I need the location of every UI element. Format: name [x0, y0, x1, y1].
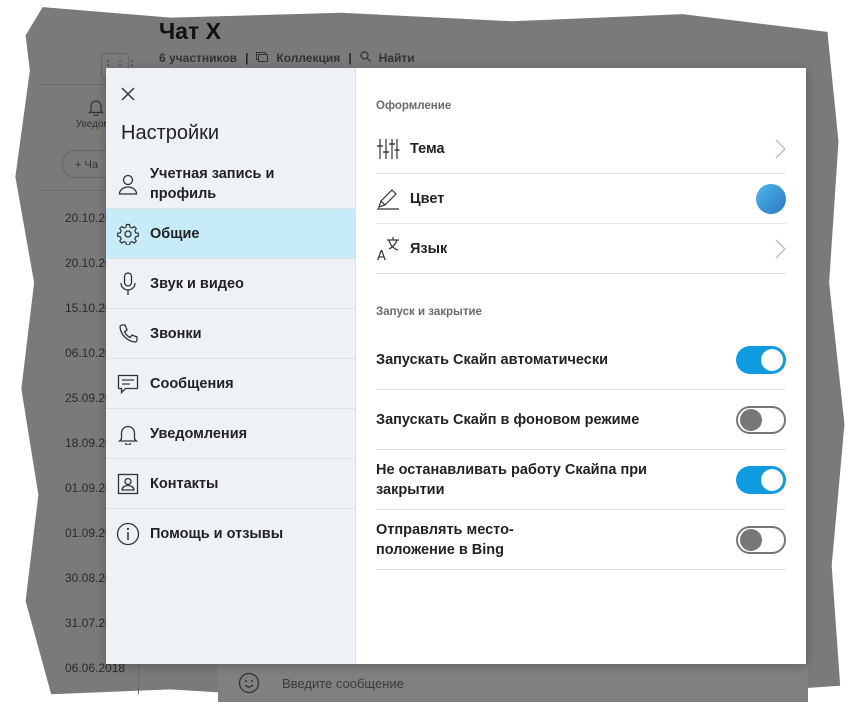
option-label: Отправлять место-положение в Bing [376, 521, 514, 558]
chat-date: 06.10.20 [65, 346, 112, 360]
nav-item-account[interactable]: Учетная запись и профиль [106, 159, 355, 209]
startup-auto-row: Запускать Скайп автоматически [376, 330, 786, 390]
toggle-knob [761, 468, 783, 491]
find-link[interactable]: Найти [379, 51, 415, 65]
message-icon [106, 373, 150, 395]
participants-link[interactable]: 6 участников [159, 51, 237, 65]
chat-date: 18.09.20 [65, 436, 112, 450]
settings-title: Настройки [121, 122, 220, 144]
color-label: Цвет [410, 190, 445, 207]
microphone-icon [106, 271, 150, 296]
section-header-startup: Запуск и закрытие [376, 306, 482, 318]
settings-dialog: Настройки Учетная запись и профиль Общие… [106, 68, 806, 664]
nav-item-label: Звук и видео [150, 275, 244, 292]
gallery-icon [256, 51, 269, 65]
language-row[interactable]: A Язык [376, 224, 786, 274]
chat-date: 01.09.20 [65, 526, 112, 540]
chat-date: 20.10.20 [65, 256, 112, 270]
chat-title: Чат X [159, 18, 221, 44]
info-icon [106, 522, 150, 546]
nav-item-label: Помощь и отзывы [150, 526, 284, 542]
chat-date: 30.08.20 [65, 571, 112, 585]
keep-running-toggle[interactable] [736, 465, 786, 494]
nav-item-general[interactable]: Общие [106, 209, 355, 259]
language-label: Язык [410, 240, 448, 257]
nav-item-calls[interactable]: Звонки [106, 309, 355, 359]
chat-date: 01.09.20 [65, 481, 112, 495]
pen-icon [376, 188, 410, 210]
chevron-right-icon [775, 239, 786, 258]
language-icon: A [376, 236, 410, 262]
chat-date: 25.09.20 [65, 391, 112, 405]
emoji-icon[interactable] [238, 672, 260, 700]
chat-subtitle: 6 участников | Коллекция | Найти [159, 51, 415, 65]
nav-item-label: Звонки [150, 325, 202, 342]
svg-text:A: A [377, 249, 386, 262]
toggle-knob [740, 528, 762, 551]
bell-icon [106, 423, 150, 445]
close-icon [121, 87, 135, 101]
phone-icon [106, 323, 150, 345]
settings-nav: Учетная запись и профиль Общие Звук и ви… [106, 159, 355, 559]
separator: | [348, 51, 352, 65]
startup-auto-toggle[interactable] [736, 345, 786, 374]
gear-icon [106, 223, 150, 245]
contacts-icon [106, 473, 150, 495]
sliders-icon [376, 138, 410, 160]
collection-link[interactable]: Коллекция [276, 51, 340, 65]
theme-label: Тема [410, 140, 445, 157]
nav-item-label: Учетная запись и профиль [150, 165, 275, 202]
option-label: Не останавливать работу Скайпа при закры… [376, 461, 647, 498]
message-input-placeholder: Введите сообщение [282, 676, 404, 691]
nav-item-messages[interactable]: Сообщения [106, 359, 355, 409]
startup-background-row: Запускать Скайп в фоновом режиме [376, 390, 786, 450]
nav-item-help[interactable]: Помощь и отзывы [106, 509, 355, 559]
color-swatch[interactable] [756, 183, 786, 214]
search-icon [360, 51, 371, 65]
nav-item-label: Уведомления [150, 425, 248, 442]
nav-item-label: Контакты [150, 475, 219, 492]
settings-content: Оформление Тема Цвет A Язык Запуск и зак… [356, 68, 806, 664]
nav-item-audio-video[interactable]: Звук и видео [106, 259, 355, 309]
person-icon [106, 173, 150, 195]
toggle-knob [761, 348, 783, 371]
message-composer[interactable]: Введите сообщение [218, 664, 808, 702]
option-label: Запускать Скайп автоматически [376, 351, 609, 368]
color-row[interactable]: Цвет [376, 174, 786, 224]
separator: | [245, 51, 249, 65]
new-chat-label: Ча [84, 159, 98, 171]
nav-item-label: Общие [150, 225, 200, 242]
startup-background-toggle[interactable] [736, 405, 786, 434]
nav-item-notifications[interactable]: Уведомления [106, 409, 355, 459]
chat-date: 20.10.20 [65, 211, 112, 225]
toggle-knob [740, 408, 762, 431]
theme-row[interactable]: Тема [376, 124, 786, 174]
nav-item-contacts[interactable]: Контакты [106, 459, 355, 509]
chevron-right-icon [775, 139, 786, 158]
settings-sidebar: Настройки Учетная запись и профиль Общие… [106, 68, 356, 664]
send-location-row: Отправлять место-положение в Bing [376, 510, 786, 570]
option-label: Запускать Скайп в фоновом режиме [376, 411, 640, 428]
keep-running-row: Не останавливать работу Скайпа при закры… [376, 450, 786, 510]
chat-date: 15.10.20 [65, 301, 112, 315]
close-button[interactable] [118, 84, 138, 104]
section-header-appearance: Оформление [376, 100, 452, 112]
nav-item-label: Сообщения [150, 375, 234, 392]
send-location-toggle[interactable] [736, 525, 786, 554]
chat-date: 31.07.20 [65, 616, 112, 630]
